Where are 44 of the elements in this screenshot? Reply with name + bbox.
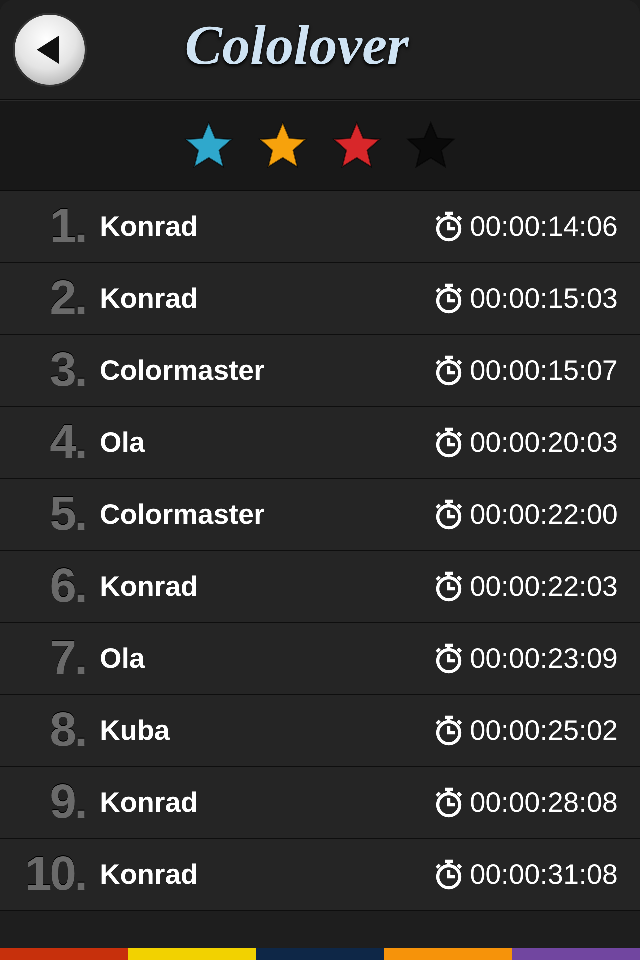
player-name: Colormaster bbox=[100, 354, 266, 386]
player-name: Konrad bbox=[100, 570, 199, 602]
rank-number: 7. bbox=[48, 631, 86, 686]
rank-number: 1. bbox=[48, 199, 86, 254]
rank-number: 6. bbox=[48, 559, 86, 614]
player-name: Konrad bbox=[100, 282, 199, 314]
player-name: Kuba bbox=[100, 714, 172, 746]
time-value: 00:00:25:02 bbox=[470, 714, 618, 746]
player-name: Ola bbox=[100, 426, 146, 458]
time-value: 00:00:22:03 bbox=[470, 570, 618, 602]
stopwatch-icon bbox=[434, 210, 464, 242]
star-icon[interactable] bbox=[257, 120, 309, 170]
time-value: 00:00:14:06 bbox=[470, 210, 618, 242]
stopwatch-icon bbox=[434, 498, 464, 530]
stopwatch-icon bbox=[434, 354, 464, 386]
player-name: Konrad bbox=[100, 858, 199, 890]
time-value: 00:00:15:03 bbox=[470, 282, 618, 314]
time-value: 00:00:23:09 bbox=[470, 642, 618, 674]
player-name: Konrad bbox=[100, 210, 199, 242]
player-name: Konrad bbox=[100, 786, 199, 818]
rank-number: 4. bbox=[48, 415, 86, 470]
time-value: 00:00:28:08 bbox=[470, 786, 618, 818]
stopwatch-icon bbox=[434, 714, 464, 746]
time-value: 00:00:31:08 bbox=[470, 858, 618, 890]
time-value: 00:00:22:00 bbox=[470, 498, 618, 530]
rank-number: 8. bbox=[48, 703, 86, 758]
player-name: Ola bbox=[100, 642, 146, 674]
stopwatch-icon bbox=[434, 282, 464, 314]
stopwatch-icon bbox=[434, 858, 464, 890]
rank-number: 9. bbox=[48, 775, 86, 830]
rank-number: 10. bbox=[24, 847, 86, 902]
app-logo-title: Cololover bbox=[185, 14, 409, 78]
rank-number: 3. bbox=[48, 343, 86, 398]
stopwatch-icon bbox=[434, 786, 464, 818]
stopwatch-icon bbox=[434, 642, 464, 674]
rank-number: 2. bbox=[48, 271, 86, 326]
rank-number: 5. bbox=[48, 487, 86, 542]
time-value: 00:00:20:03 bbox=[470, 426, 618, 458]
stopwatch-icon bbox=[434, 570, 464, 602]
time-value: 00:00:15:07 bbox=[470, 354, 618, 386]
stopwatch-icon bbox=[434, 426, 464, 458]
star-icon[interactable] bbox=[183, 120, 235, 170]
player-name: Colormaster bbox=[100, 498, 266, 530]
star-icon[interactable] bbox=[331, 120, 383, 170]
